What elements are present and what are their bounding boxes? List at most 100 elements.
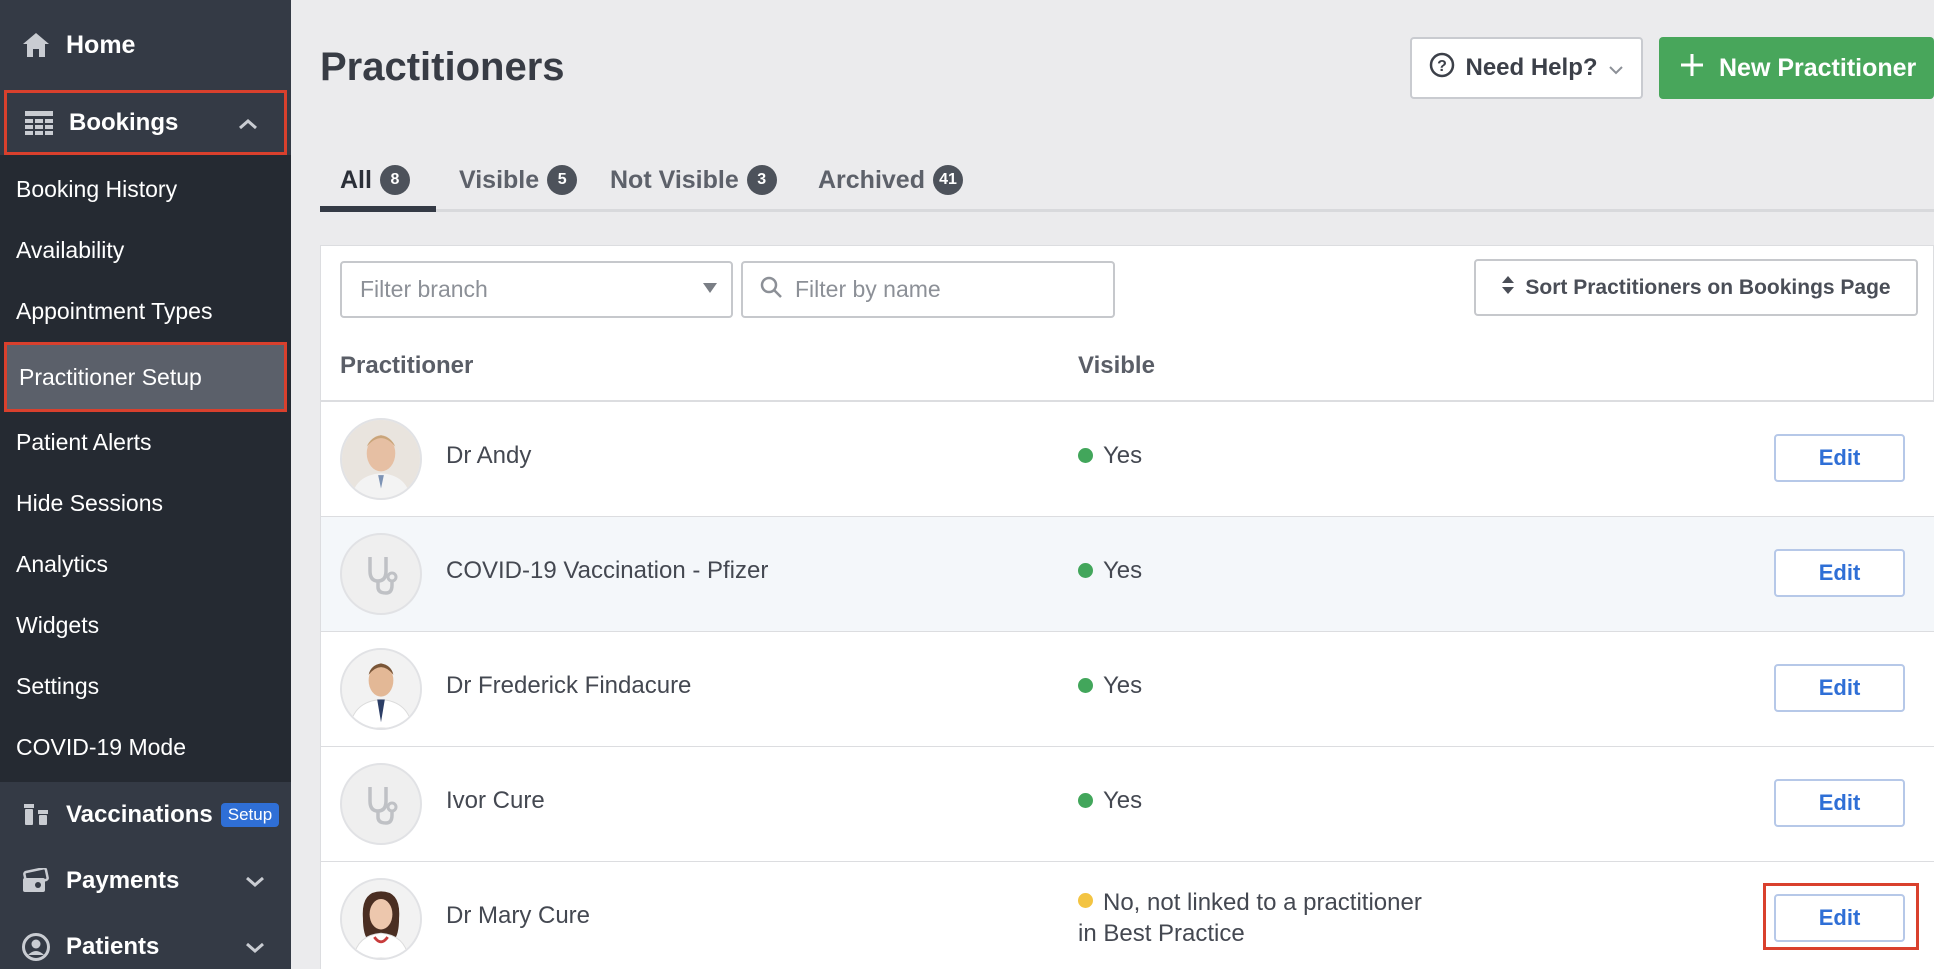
branch-filter-select[interactable]: Filter branch [340, 261, 733, 318]
sidebar-item-vaccinations[interactable]: Vaccinations Setup [0, 782, 291, 848]
user-circle-icon [20, 931, 52, 963]
svg-text:?: ? [1438, 58, 1448, 75]
visibility-status: Yes [1078, 442, 1142, 470]
chevron-down-icon[interactable] [245, 867, 265, 895]
vials-icon [20, 799, 52, 831]
sidebar-item-practitioner-setup[interactable]: Practitioner Setup [4, 342, 287, 412]
tab-label: Not Visible [610, 166, 739, 194]
new-practitioner-button[interactable]: New Practitioner [1659, 37, 1934, 99]
tab-label: Visible [459, 166, 540, 194]
page-title: Practitioners [320, 45, 565, 89]
sidebar-item-patient-alerts[interactable]: Patient Alerts [0, 412, 291, 473]
visibility-status: Yes [1078, 672, 1142, 700]
practitioner-name: COVID-19 Vaccination - Pfizer [446, 557, 769, 584]
need-help-button[interactable]: ? Need Help? [1410, 37, 1643, 99]
chevron-down-icon[interactable] [245, 933, 265, 961]
visibility-text: Yes [1103, 442, 1143, 469]
sidebar-item-appointment-types[interactable]: Appointment Types [0, 281, 291, 342]
home-icon [20, 29, 52, 61]
status-dot-icon [1078, 678, 1093, 693]
sidebar-item-hide-sessions[interactable]: Hide Sessions [0, 473, 291, 534]
avatar [340, 878, 422, 960]
name-filter-field [741, 261, 1115, 318]
edit-button[interactable]: Edit [1774, 894, 1905, 942]
visibility-status: No, not linked to a practitioner in Best… [1078, 887, 1422, 949]
help-icon: ? [1429, 52, 1455, 85]
sidebar-item-patients[interactable]: Patients [0, 914, 291, 969]
column-header-practitioner[interactable]: Practitioner [340, 352, 473, 380]
stethoscope-icon [340, 533, 422, 615]
sort-practitioners-button[interactable]: Sort Practitioners on Bookings Page [1474, 259, 1918, 316]
status-dot-icon [1078, 448, 1093, 463]
avatar [340, 418, 422, 500]
table-row: Ivor Cure Yes Edit [321, 747, 1934, 862]
practitioner-name: Ivor Cure [446, 787, 545, 814]
sidebar-item-label: Bookings [69, 108, 179, 136]
column-header-visible[interactable]: Visible [1078, 352, 1155, 380]
sidebar-item-availability[interactable]: Availability [0, 220, 291, 281]
sidebar-item-label: Payments [66, 867, 180, 894]
tab-count-badge: 8 [379, 165, 410, 195]
sidebar-item-bookings[interactable]: Bookings [4, 90, 287, 155]
tab-not-visible[interactable]: Not Visible 3 [610, 160, 777, 212]
visibility-text: Yes [1103, 672, 1143, 699]
visibility-status: Yes [1078, 557, 1142, 585]
credit-card-icon [20, 865, 52, 897]
bookings-submenu: Booking History Availability Appointment… [0, 155, 291, 782]
sidebar-item-label: Vaccinations [66, 801, 213, 828]
tab-count-badge: 5 [547, 165, 578, 195]
tab-archived[interactable]: Archived 41 [818, 160, 963, 212]
edit-button[interactable]: Edit [1774, 779, 1905, 827]
table-row: Dr Frederick Findacure Yes Edit [321, 632, 1934, 747]
search-icon [759, 275, 783, 304]
sidebar-item-analytics[interactable]: Analytics [0, 534, 291, 595]
tab-all[interactable]: All 8 [320, 160, 436, 212]
visibility-text-line2: in Best Practice [1078, 920, 1245, 947]
filter-tabs: All 8 Visible 5 Not Visible 3 Archived 4… [320, 160, 1934, 212]
visibility-text: No, not linked to a practitioner in Best… [1078, 887, 1422, 949]
practitioner-name: Dr Mary Cure [446, 902, 591, 929]
sidebar-item-payments[interactable]: Payments [0, 848, 291, 914]
new-practitioner-label: New Practitioner [1719, 53, 1917, 82]
tab-count-badge: 3 [746, 165, 777, 195]
table-row: Dr Mary Cure No, not linked to a practit… [321, 862, 1934, 969]
sidebar-item-settings[interactable]: Settings [0, 656, 291, 717]
chevron-down-icon [1608, 54, 1624, 82]
tab-label: Archived [818, 166, 925, 194]
status-dot-icon [1078, 563, 1093, 578]
sidebar-item-booking-history[interactable]: Booking History [0, 159, 291, 220]
sidebar-item-label: Home [66, 30, 136, 59]
tab-visible[interactable]: Visible 5 [459, 160, 578, 212]
tab-count-badge: 41 [932, 165, 963, 195]
sidebar: Home Bookings Booking History Availabili… [0, 0, 291, 969]
plus-icon [1679, 52, 1705, 85]
sort-icon [1501, 275, 1515, 301]
sidebar-item-covid-mode[interactable]: COVID-19 Mode [0, 717, 291, 778]
need-help-label: Need Help? [1465, 54, 1598, 81]
sidebar-item-label: Patients [66, 933, 160, 960]
practitioner-name: Dr Andy [446, 442, 532, 469]
sidebar-item-widgets[interactable]: Widgets [0, 595, 291, 656]
visibility-text: Yes [1103, 557, 1143, 584]
visibility-text-line1: No, not linked to a practitioner [1103, 889, 1422, 916]
main-content: Practitioners ? Need Help? New Practitio… [291, 0, 1934, 969]
caret-down-icon [703, 283, 717, 293]
avatar [340, 648, 422, 730]
sidebar-item-home[interactable]: Home [0, 0, 291, 90]
name-filter-input[interactable] [795, 276, 1095, 303]
chevron-up-icon[interactable] [238, 109, 258, 137]
tab-label: All [340, 166, 372, 194]
branch-filter-placeholder: Filter branch [360, 276, 488, 302]
edit-button[interactable]: Edit [1774, 664, 1905, 712]
stethoscope-icon [340, 763, 422, 845]
status-dot-icon [1078, 893, 1093, 908]
grid-icon [23, 107, 55, 139]
edit-button[interactable]: Edit [1774, 549, 1905, 597]
visibility-status: Yes [1078, 787, 1142, 815]
practitioner-name: Dr Frederick Findacure [446, 672, 692, 699]
table-row: Dr Andy Yes Edit [321, 402, 1934, 517]
status-dot-icon [1078, 793, 1093, 808]
edit-button[interactable]: Edit [1774, 434, 1905, 482]
practitioners-panel: Filter branch Sort Practitioners on Book… [320, 245, 1934, 969]
setup-badge: Setup [220, 803, 280, 827]
